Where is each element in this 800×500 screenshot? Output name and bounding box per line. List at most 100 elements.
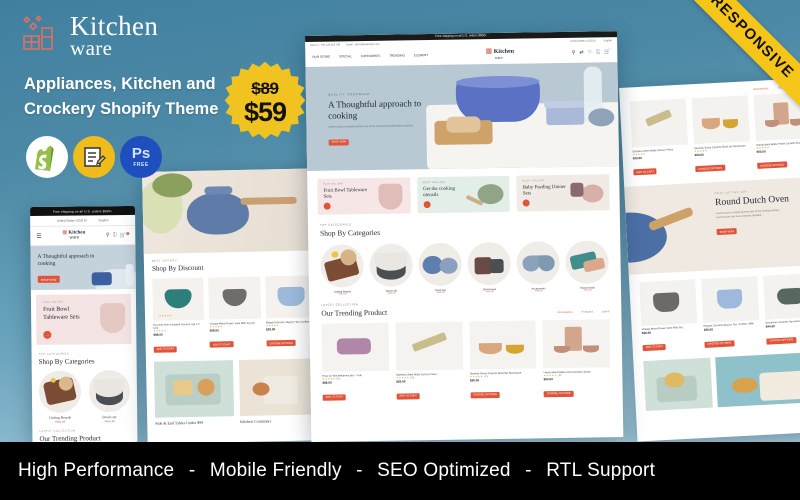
compare-icon[interactable]: ⇄ <box>579 50 583 56</box>
phone-info[interactable]: Call Us : +00 123 456 789 <box>310 43 340 46</box>
mobile-logo[interactable]: ▦ Kitchen ware <box>62 230 85 240</box>
tab-latest[interactable]: Latest <box>602 309 610 313</box>
promo-card-baby-feeding[interactable]: FLAT 10% OFF Baby Feeding Dinner Sets <box>516 173 610 212</box>
category-dinnerware[interactable]: Dinnerware View all <box>467 241 511 293</box>
mobile-locale-selector[interactable]: United States (USD $) <box>57 218 87 222</box>
country-selector[interactable]: United States (USD $) <box>570 39 596 42</box>
mobile-language-selector[interactable]: English <box>99 218 109 222</box>
add-to-cart-button[interactable]: ADD TO CART <box>153 346 178 353</box>
mobile-category-item[interactable]: Cutting Boards View all <box>38 370 81 423</box>
choose-options-button[interactable]: CHOOSE OPTIONS <box>266 340 296 347</box>
category-accessories[interactable]: Accessories View all <box>516 240 560 293</box>
discount-hero-image <box>142 168 324 254</box>
category-cook-pan[interactable]: Cook pan View all <box>418 242 462 294</box>
product-card[interactable]: Stainless Steel Matte Scissor Piece ★★★★… <box>629 98 690 178</box>
hero-kicker: QUALITY COOKWARE <box>327 91 370 97</box>
menu-icon[interactable]: ☰ <box>36 232 41 239</box>
category-snack-bowls[interactable]: Snack bowls View all <box>565 239 609 292</box>
old-price: $89 <box>251 78 279 98</box>
product-card[interactable]: Elegant Ceramic Mug for Tea / Coffee / M… <box>701 275 761 350</box>
hero-copy: QUALITY COOKWARE A Thoughtful approach t… <box>328 91 439 148</box>
feature-seo-optimized: SEO Optimized <box>377 460 511 481</box>
product-card[interactable]: ★★★★★ Eva Solo Rim Insulated Vacuum Jug … <box>152 277 205 355</box>
product-card[interactable]: Vintage Metal Flower Vase Milk Jug set ★… <box>208 276 262 354</box>
discount-title: Shop By Discount <box>151 263 204 273</box>
deal-of-the-day: DEAL OF THE DAY Round Dutch Oven Lorem I… <box>624 175 800 275</box>
hero-cta-button[interactable]: SHOP NOW <box>328 138 350 146</box>
photoshop-label: Ps <box>131 145 151 162</box>
add-to-cart-button[interactable]: ADD TO CART <box>209 341 234 348</box>
documentation-icon <box>84 147 106 167</box>
mobile-mockup: Free shipping on all U.S. orders $500+ U… <box>30 205 138 444</box>
search-icon[interactable]: ⚲ <box>106 232 110 238</box>
tab-featured[interactable]: Featured <box>582 309 593 313</box>
mobile-promo-card[interactable]: FLAT 5% OFF Fruit Bowl Tableware Sets → <box>35 293 132 345</box>
nav-item-special[interactable]: SPECIAL <box>339 54 352 58</box>
review-count: (0) <box>557 374 562 378</box>
mobile-category-link[interactable]: View all <box>89 418 131 423</box>
mobile-promo-arrow-icon[interactable]: → <box>43 330 52 339</box>
language-selector[interactable]: English <box>604 39 613 42</box>
choose-options-button[interactable]: CHOOSE OPTIONS <box>695 164 726 173</box>
choose-options-button[interactable]: CHOOSE OPTIONS <box>543 390 574 397</box>
search-icon[interactable]: ⚲ <box>572 50 576 56</box>
promo-banner-card[interactable] <box>153 360 235 418</box>
wishlist-icon[interactable]: ♡ <box>588 50 593 56</box>
promo-banner-card[interactable] <box>238 358 320 417</box>
nav-item-trending[interactable]: TRENDING <box>389 54 405 58</box>
product-card[interactable]: Stainless Steel Matte Scissor Piece ★★★★… <box>395 321 463 401</box>
product-card[interactable]: Handcrafted Matte Finish Ceramic Bowls ★… <box>753 92 800 171</box>
product-card[interactable]: Handcrafted Matte Finish Ceramic Bowls ★… <box>542 318 611 399</box>
email-info[interactable]: Email : demo@example.com <box>346 43 379 47</box>
feature-list: High Performance - Mobile Friendly - SEO… <box>0 460 655 482</box>
account-icon[interactable]: ⎅ <box>113 232 117 238</box>
add-to-cart-button[interactable]: ADD TO CART <box>396 392 420 400</box>
promo-card-cooking-utensils[interactable]: BEST SELLING Get the cooking utensils <box>416 175 511 213</box>
product-price: $58.00 <box>209 328 219 333</box>
mobile-categories-section: TOP CATEGORIES Shop By Categories Cuttin… <box>31 349 137 444</box>
tab-accessories[interactable]: Accessories <box>557 310 572 314</box>
mug-product-grid: Vintage Metal Flower Vase Milk Jug $58.0… <box>629 264 800 354</box>
promo-title: Get the cooking utensils <box>423 186 456 199</box>
cart-icon[interactable]: 🛒 <box>604 49 610 55</box>
product-card[interactable]: Serenity Stone Ceramic Bowl Set Stonewar… <box>468 320 537 400</box>
deal-cta-button[interactable]: SHOP NOW <box>716 228 738 236</box>
mobile-category-item[interactable]: Bowls set View all <box>88 369 131 423</box>
promo-card-fruit-bowl[interactable]: FLAT 5% OFF Fruit Bowl Tableware Sets <box>317 177 411 215</box>
nav-item-categories[interactable]: CATEGORIES <box>361 54 381 58</box>
separator: - <box>188 460 196 481</box>
mobile-category-link[interactable]: View all <box>39 419 81 423</box>
site-logo[interactable]: ▦ Kitchen ware <box>486 47 515 60</box>
trending-title: Our Trending Product <box>321 307 388 318</box>
feature-badges: Ps FREE <box>26 136 162 178</box>
nav-item-element[interactable]: ELEMENT <box>414 53 428 57</box>
discount-section: BEST OFFERS Shop By Discount ★★★★★ Eva S… <box>144 250 328 432</box>
product-card[interactable]: Vintage Metal Flower Vase Milk Jug $58.0… <box>639 278 699 353</box>
categories-heading: TOP CATEGORIES Shop By Categories <box>308 214 620 238</box>
categories-title: Shop By Categories <box>320 227 381 238</box>
choose-options-button[interactable]: CHOOSE OPTIONS <box>704 339 735 348</box>
mobile-hero-cta[interactable]: SHOP NOW <box>37 275 60 283</box>
product-card[interactable]: Serenity Stone Ceramic Bowl Set Stonewar… <box>691 95 752 174</box>
product-card[interactable]: Stoneware Ceramic Sprouted Coffee Tea $4… <box>762 272 800 346</box>
nav-item-our-store[interactable]: OUR STORE <box>312 55 330 59</box>
add-to-cart-button[interactable]: ADD TO CART <box>322 393 347 401</box>
tab-accessories[interactable]: Accessories <box>753 86 768 91</box>
category-bowls-set[interactable]: Bowls set View all <box>369 243 413 295</box>
promo-arrow-icon[interactable] <box>522 199 531 207</box>
category-cutting-boards[interactable]: Cutting Boards View all <box>320 243 364 296</box>
promo-arrow-icon[interactable] <box>323 202 331 210</box>
account-icon[interactable]: ⎅ <box>596 50 600 56</box>
choose-options-button[interactable]: CHOOSE OPTIONS <box>757 161 788 169</box>
promo-arrow-icon[interactable] <box>423 200 431 208</box>
choose-options-button[interactable]: CHOOSE OPTIONS <box>470 391 500 398</box>
separator: - <box>525 460 532 481</box>
promo-title: Fruit Bowl Tableware Sets <box>323 187 368 200</box>
add-to-cart-button[interactable]: ADD TO CART <box>642 343 667 351</box>
choose-options-button[interactable]: CHOOSE OPTIONS <box>766 336 797 345</box>
trending-tabs[interactable]: Accessories Featured Latest <box>557 309 609 314</box>
add-to-cart-button[interactable]: ADD TO CART <box>633 168 658 176</box>
cart-count: 0 <box>125 231 130 235</box>
product-card[interactable]: Rose & Fella Melamine Box - Pink ★★★★★ (… <box>321 322 390 402</box>
cart-icon[interactable]: 🛒0 <box>120 231 130 238</box>
